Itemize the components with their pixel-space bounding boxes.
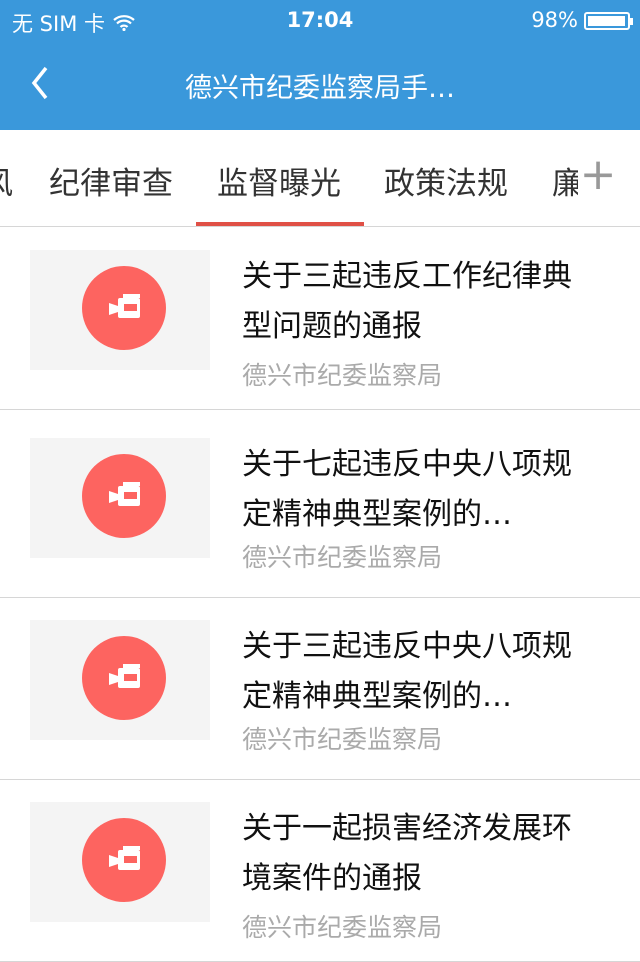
video-camera-icon [82, 636, 166, 720]
article-source: 德兴市纪委监察局 [242, 543, 443, 572]
back-button[interactable] [26, 64, 56, 104]
article-title: 关于三起违反中央八项规定精神典型案例的… [242, 629, 572, 714]
article-title: 关于七起违反中央八项规定精神典型案例的… [242, 447, 572, 532]
tab-partial-left[interactable]: 风 [0, 158, 13, 203]
tab-discipline-review[interactable]: 纪律审查 [49, 158, 173, 203]
article-source: 德兴市纪委监察局 [242, 725, 443, 754]
thumbnail [30, 250, 210, 370]
video-camera-icon [82, 454, 166, 538]
list-item[interactable]: 关于七起违反中央八项规定精神典型案例的… 德兴市纪委监察局 [0, 416, 640, 598]
add-tab-button[interactable]: + [578, 150, 618, 200]
video-camera-icon [82, 266, 166, 350]
chevron-left-icon [31, 66, 48, 100]
tab-supervision-exposure[interactable]: 监督曝光 [217, 158, 341, 203]
list-item[interactable]: 关于三起违反中央八项规定精神典型案例的… 德兴市纪委监察局 [0, 598, 640, 780]
article-title: 关于三起违反工作纪律典型问题的通报 [242, 259, 572, 344]
active-tab-indicator [196, 222, 364, 226]
tab-policy-regulations[interactable]: 政策法规 [384, 158, 508, 203]
article-source: 德兴市纪委监察局 [242, 913, 443, 942]
category-tabs: 风 纪律审查 监督曝光 政策法规 廉 + [0, 130, 640, 227]
page-title: 德兴市纪委监察局手… [185, 73, 455, 104]
list-item[interactable]: 关于一起损害经济发展环境案件的通报 德兴市纪委监察局 [0, 780, 640, 962]
article-title: 关于一起损害经济发展环境案件的通报 [242, 811, 572, 896]
header: 无 SIM 卡 17:04 98% 德兴市纪委监察局手… [0, 0, 640, 130]
battery-percent: 98% [531, 8, 578, 32]
battery-icon [584, 12, 633, 30]
thumbnail [30, 802, 210, 922]
list-item[interactable]: 关于三起违反工作纪律典型问题的通报 德兴市纪委监察局 [0, 228, 640, 410]
status-bar: 无 SIM 卡 17:04 98% [0, 0, 640, 40]
thumbnail [30, 620, 210, 740]
article-source: 德兴市纪委监察局 [242, 361, 443, 390]
thumbnail [30, 438, 210, 558]
video-camera-icon [82, 818, 166, 902]
